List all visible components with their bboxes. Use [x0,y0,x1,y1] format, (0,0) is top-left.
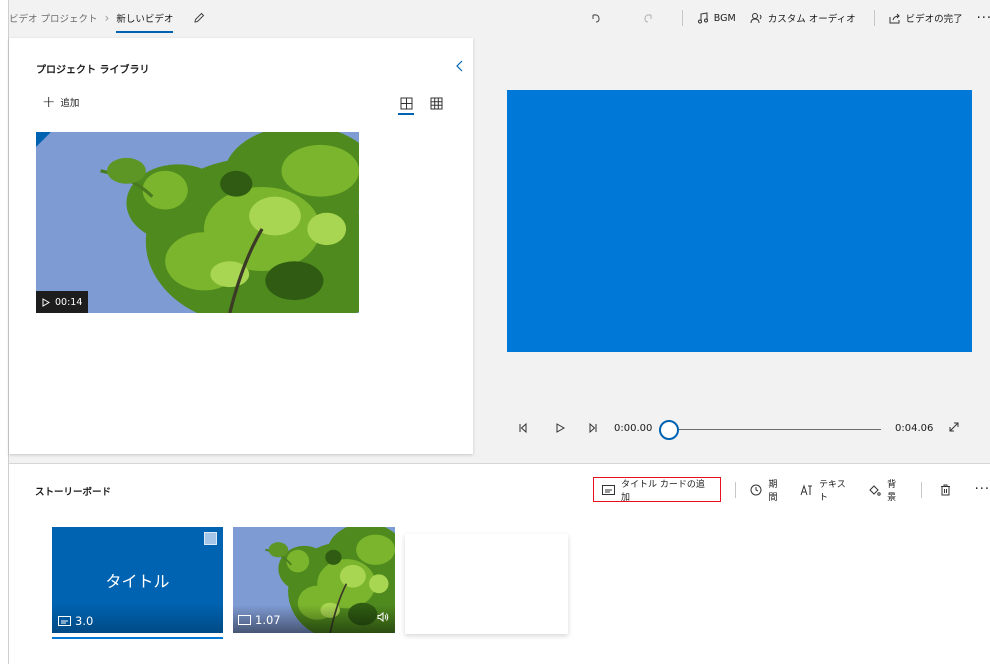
toolbar-divider [920,481,922,498]
title-card-icon [602,484,615,495]
title-card-duration: 3.0 [75,614,94,628]
add-title-card-label: タイトル カードの追加 [621,479,705,503]
clip-duration-badge: 00:14 [36,291,89,313]
current-time: 0:00.00 [614,423,653,434]
finish-video-label: ビデオの完了 [905,14,963,25]
window-left-edge [0,0,9,664]
view-selected-indicator [398,113,414,115]
small-grid-view-icon[interactable] [430,95,443,114]
large-grid-view-icon[interactable] [400,95,413,114]
end-time: 0:04.06 [895,423,934,434]
library-clip-thumbnail[interactable]: 00:14 [36,132,359,313]
video-card-footer: 1.07 [238,613,281,627]
music-note-icon [697,12,709,24]
toolbar-divider [681,10,683,26]
seek-handle[interactable] [659,420,679,440]
duration-label: 期間 [768,479,778,503]
step-back-icon[interactable] [518,422,528,436]
delete-icon[interactable] [940,484,951,496]
bgm-button[interactable]: BGM [697,12,736,24]
breadcrumb-chevron-icon: › [104,11,110,25]
video-frame-icon [238,615,251,625]
storyboard-title: ストーリーボード [35,487,112,498]
clock-icon [750,484,762,496]
library-add-label: 追加 [60,98,80,109]
duration-button[interactable]: 期間 [750,477,786,503]
storyboard-video-card[interactable]: 1.07 [233,527,395,633]
library-add-button[interactable]: + 追加 [42,92,80,111]
clip-duration: 00:14 [55,296,83,308]
undo-icon[interactable] [590,12,602,24]
top-bar: ビデオ プロジェクト › 新しいビデオ BGM カスタム オーディオ ビデオの完… [9,0,990,36]
storyboard-panel: ストーリーボード タイトル カードの追加 期間 テキスト 背景 ··· タイトル… [9,463,990,664]
more-options-icon[interactable]: ··· [975,482,990,497]
image-icon [58,616,71,626]
text-button[interactable]: テキスト [800,477,854,503]
more-options-icon[interactable]: ··· [977,11,990,26]
redo-icon[interactable] [642,12,654,24]
title-card-text: タイトル [105,572,170,591]
bgm-label: BGM [713,12,736,24]
pencil-icon[interactable] [193,12,205,24]
storyboard-title-card[interactable]: タイトル 3.0 [52,527,223,633]
custom-audio-button[interactable]: カスタム オーディオ [750,11,856,25]
tree-photo [36,132,359,313]
player-controls: 0:00.00 0:04.06 [518,420,964,440]
plus-icon: + [42,92,56,111]
toolbar-divider [735,481,737,498]
fullscreen-icon[interactable] [948,421,960,436]
selected-card-indicator [52,637,223,639]
storyboard-toolbar: タイトル カードの追加 期間 テキスト 背景 ··· [593,477,990,503]
breadcrumb-root[interactable]: ビデオ プロジェクト [9,11,98,25]
project-library-panel: プロジェクト ライブラリ + 追加 00:14 [9,38,473,454]
add-title-card-button[interactable]: タイトル カードの追加 [593,477,722,503]
share-export-icon [889,12,901,24]
video-card-duration: 1.07 [255,613,281,627]
breadcrumb-current: 新しいビデオ [116,11,174,33]
seek-track[interactable] [666,429,881,430]
step-forward-icon[interactable] [588,422,598,436]
clip-used-marker [36,132,51,147]
text-icon [800,483,813,496]
play-icon[interactable] [555,423,566,436]
card-select-checkbox[interactable] [204,532,217,545]
collapse-chevron-icon[interactable] [456,57,464,76]
storyboard-empty-slot[interactable] [405,534,568,634]
paint-bucket-icon [868,484,881,496]
video-preview[interactable] [507,90,972,352]
finish-video-button[interactable]: ビデオの完了 [889,11,963,25]
speaker-icon[interactable] [377,607,389,626]
play-icon [42,297,50,307]
text-label: テキスト [819,479,846,503]
library-title: プロジェクト ライブラリ [36,65,150,76]
background-label: 背景 [887,479,897,503]
custom-audio-label: カスタム オーディオ [767,14,856,25]
person-audio-icon [750,12,763,24]
toolbar-divider [873,10,875,26]
top-toolbar: BGM カスタム オーディオ ビデオの完了 ··· [590,0,990,36]
background-button[interactable]: 背景 [868,477,905,503]
title-card-footer: 3.0 [58,614,93,628]
